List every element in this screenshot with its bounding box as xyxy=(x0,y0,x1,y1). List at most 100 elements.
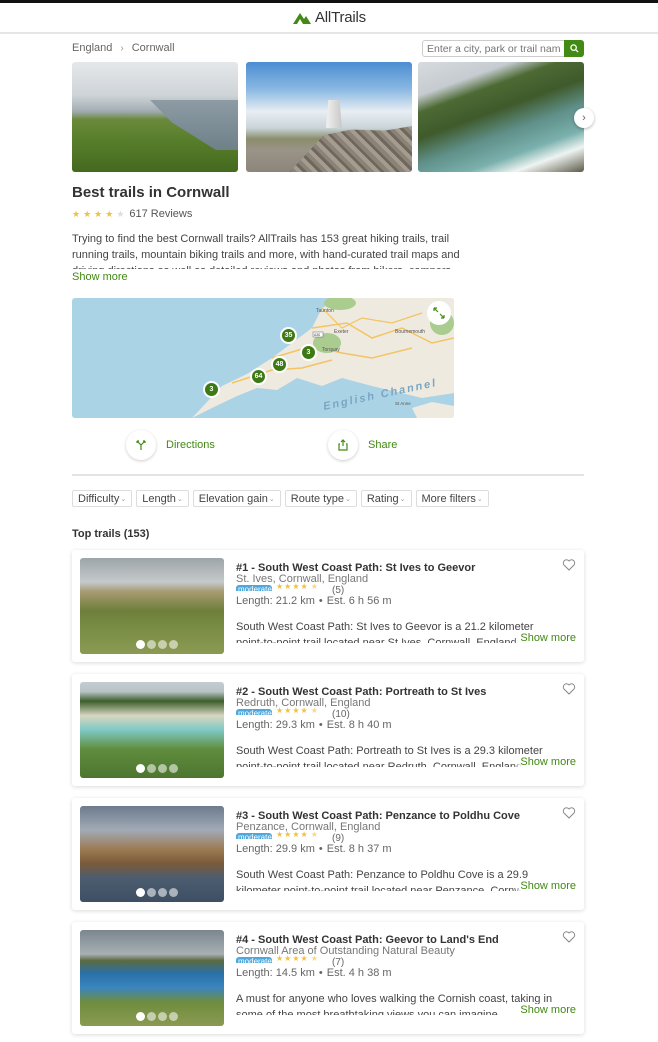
breadcrumb: England › Cornwall xyxy=(72,42,175,54)
trail-photo[interactable] xyxy=(80,558,224,654)
pagination-dot[interactable] xyxy=(169,640,178,649)
trail-map[interactable]: Taunton Exeter Torquay Bournemouth St An… xyxy=(72,298,454,418)
filter-bar: Difficulty ⌄ Length ⌄ Elevation gain ⌄ Rout… xyxy=(72,490,489,507)
trail-cluster-marker[interactable]: 48 xyxy=(271,356,288,373)
filter-label: Length xyxy=(142,492,176,505)
photo-gallery xyxy=(72,62,584,172)
filter-label: Difficulty xyxy=(78,492,120,505)
filter-length[interactable]: Length ⌄ xyxy=(136,490,189,507)
filter-rating[interactable]: Rating ⌄ xyxy=(360,490,412,507)
pagination-dot[interactable] xyxy=(169,764,178,773)
chevron-down-icon: ⌄ xyxy=(399,495,406,503)
top-trails-heading: Top trails (153) xyxy=(72,528,150,540)
action-bar: Directions Share xyxy=(72,430,584,464)
pagination-dot[interactable] xyxy=(147,888,156,897)
section-divider xyxy=(72,474,584,476)
filter-label: Route type xyxy=(290,492,344,505)
alltrails-logo[interactable]: AllTrails xyxy=(292,9,366,26)
pagination-dot[interactable] xyxy=(169,888,178,897)
difficulty-badge: moderate xyxy=(236,957,272,963)
show-more-link[interactable]: Show more xyxy=(514,756,576,768)
chevron-down-icon: ⌄ xyxy=(268,495,275,503)
pagination-dot[interactable] xyxy=(158,640,167,649)
trail-photo[interactable] xyxy=(80,682,224,778)
pagination-dot[interactable] xyxy=(136,888,145,897)
photo-pagination xyxy=(136,1012,178,1021)
share-icon-wrap xyxy=(328,430,358,460)
directions-icon xyxy=(136,440,146,450)
pagination-dot[interactable] xyxy=(158,888,167,897)
rating-stars: ★ ★ ★ ★ ★ xyxy=(72,209,125,220)
trail-description: A must for anyone who loves walking the … xyxy=(236,993,553,1015)
breadcrumb-england[interactable]: England xyxy=(72,42,112,54)
map-place-label: Taunton xyxy=(316,308,334,314)
trail-rating-stars: ★★★★ ★ xyxy=(276,830,319,839)
gallery-photo[interactable] xyxy=(418,62,584,172)
review-count: (7) xyxy=(332,957,345,968)
search-input[interactable] xyxy=(422,40,564,57)
filter-elevation-gain[interactable]: Elevation gain ⌄ xyxy=(192,490,281,507)
show-more-link[interactable]: Show more xyxy=(514,1004,576,1016)
page-rating: ★ ★ ★ ★ ★ 617 Reviews xyxy=(72,208,192,220)
trail-card[interactable]: #4 - South West Coast Path: Geevor to La… xyxy=(72,922,584,1034)
photo-pagination xyxy=(136,764,178,773)
map-base: Taunton Exeter Torquay Bournemouth St An… xyxy=(192,298,454,418)
breadcrumb-cornwall[interactable]: Cornwall xyxy=(132,42,175,54)
trail-photo[interactable] xyxy=(80,930,224,1026)
trail-cluster-marker[interactable]: 64 xyxy=(250,368,267,385)
show-more-link[interactable]: Show more xyxy=(72,271,128,283)
pagination-dot[interactable] xyxy=(147,764,156,773)
chevron-down-icon: ⌄ xyxy=(476,495,483,503)
chevron-down-icon: ⌄ xyxy=(176,495,183,503)
map-place-label: Torquay xyxy=(322,347,340,353)
brand-name: AllTrails xyxy=(315,9,366,26)
heart-icon[interactable] xyxy=(562,806,576,820)
pagination-dot[interactable] xyxy=(147,1012,156,1021)
gallery-next-button[interactable]: › xyxy=(574,108,594,128)
heart-icon[interactable] xyxy=(562,558,576,572)
trail-card[interactable]: #1 - South West Coast Path: St Ives to G… xyxy=(72,550,584,662)
pagination-dot[interactable] xyxy=(136,1012,145,1021)
directions-button[interactable]: Directions xyxy=(126,430,215,460)
pagination-dot[interactable] xyxy=(158,1012,167,1021)
photo-pagination xyxy=(136,888,178,897)
show-more-link[interactable]: Show more xyxy=(514,880,576,892)
show-more-link[interactable]: Show more xyxy=(514,632,576,644)
pagination-dot[interactable] xyxy=(158,764,167,773)
pagination-dot[interactable] xyxy=(147,640,156,649)
review-count: (9) xyxy=(332,833,345,844)
trail-card[interactable]: #3 - South West Coast Path: Penzance to … xyxy=(72,798,584,910)
star-empty-icon: ★ xyxy=(116,208,126,219)
trail-description: South West Coast Path: Portreath to St I… xyxy=(236,745,543,767)
page-description: Trying to find the best Cornwall trails?… xyxy=(72,233,460,269)
trail-photo[interactable] xyxy=(80,806,224,902)
directions-label: Directions xyxy=(166,439,215,451)
reviews-link[interactable]: 617 Reviews xyxy=(129,208,192,220)
heart-icon[interactable] xyxy=(562,682,576,696)
road-label: A30 xyxy=(314,333,320,337)
heart-icon[interactable] xyxy=(562,930,576,944)
chevron-down-icon: ⌄ xyxy=(344,495,351,503)
pagination-dot[interactable] xyxy=(169,1012,178,1021)
trail-cluster-marker[interactable]: 3 xyxy=(300,344,317,361)
expand-icon xyxy=(433,307,445,319)
search-button[interactable] xyxy=(564,40,584,57)
filter-more[interactable]: More filters ⌄ xyxy=(415,490,489,507)
photo-pagination xyxy=(136,640,178,649)
trail-rating-stars: ★★★★ ★ xyxy=(276,582,319,591)
filter-label: More filters xyxy=(421,492,476,505)
trail-cluster-marker[interactable]: 3 xyxy=(203,381,220,398)
page-title: Best trails in Cornwall xyxy=(72,184,230,201)
search-box xyxy=(422,40,584,57)
pagination-dot[interactable] xyxy=(136,764,145,773)
trail-card[interactable]: #2 - South West Coast Path: Portreath to… xyxy=(72,674,584,786)
filter-route-type[interactable]: Route type ⌄ xyxy=(284,490,357,507)
filter-difficulty[interactable]: Difficulty ⌄ xyxy=(72,490,133,507)
trail-cluster-marker[interactable]: 35 xyxy=(280,327,297,344)
share-button[interactable]: Share xyxy=(328,430,397,460)
gallery-photo[interactable] xyxy=(246,62,412,172)
gallery-photo[interactable] xyxy=(72,62,238,172)
map-expand-button[interactable] xyxy=(427,301,451,325)
map-place-label: Exeter xyxy=(334,329,349,335)
pagination-dot[interactable] xyxy=(136,640,145,649)
